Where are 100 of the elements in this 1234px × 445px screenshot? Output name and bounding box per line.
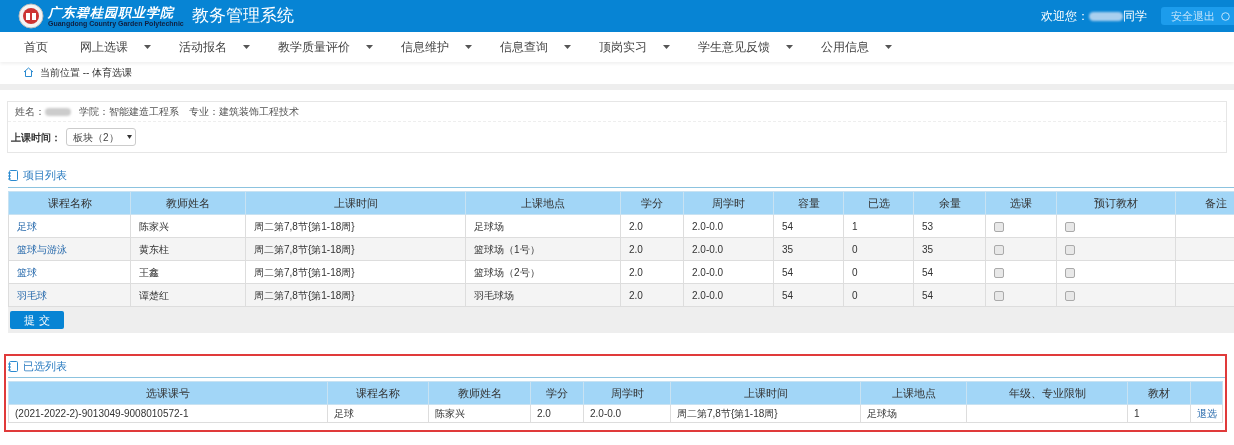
table-cell: 54 xyxy=(773,214,844,238)
nav-menu-item[interactable]: 教学质量评价 xyxy=(278,38,373,56)
column-header: 已选 xyxy=(843,191,914,215)
nav-menu-item[interactable]: 信息维护 xyxy=(401,38,472,56)
checkbox[interactable] xyxy=(994,221,1004,232)
column-header: 上课地点 xyxy=(465,191,621,215)
checkbox[interactable] xyxy=(1065,290,1075,301)
redaction-blur xyxy=(45,107,71,116)
table-cell: 2.0-0.0 xyxy=(683,237,774,261)
home-icon xyxy=(23,67,34,77)
major-text: 专业：建筑装饰工程技术 xyxy=(189,105,299,119)
checkbox[interactable] xyxy=(994,267,1004,278)
column-header: 课程名称 xyxy=(327,381,429,405)
filter-label: 上课时间： xyxy=(11,130,61,145)
table-cell: 2.0 xyxy=(620,237,684,261)
column-header: 课程名称 xyxy=(8,191,131,215)
caret-down-icon xyxy=(126,135,132,139)
nav-menu-item[interactable]: 活动报名 xyxy=(179,38,250,56)
nav-menu-item[interactable]: 信息查询 xyxy=(500,38,571,56)
checkbox[interactable] xyxy=(994,290,1004,301)
table-cell: 陈家兴 xyxy=(130,214,246,238)
table-cell: 足球场 xyxy=(860,404,967,423)
nav-menu-item[interactable]: 首页 xyxy=(24,38,48,56)
column-header: 上课时间 xyxy=(245,191,466,215)
system-title: 教务管理系统 xyxy=(191,5,294,28)
column-header: 周学时 xyxy=(583,381,671,405)
table-cell: 篮球场（2号） xyxy=(465,260,621,284)
table-cell: 54 xyxy=(913,260,986,284)
column-header: 上课时间 xyxy=(670,381,861,405)
table-cell: 周二第7,8节{第1-18周} xyxy=(670,404,861,423)
nav-menu-item[interactable]: 网上选课 xyxy=(80,38,151,56)
table-cell: 黄东柱 xyxy=(130,237,246,261)
table-cell: 2.0 xyxy=(620,214,684,238)
table-cell: 羽毛球场 xyxy=(465,283,621,307)
welcome-text: 欢迎您： xyxy=(1041,8,1089,25)
checkbox[interactable] xyxy=(1065,244,1075,255)
table-cell: 0 xyxy=(843,237,914,261)
column-header: 周学时 xyxy=(683,191,774,215)
table-cell: 35 xyxy=(773,237,844,261)
table-cell: 1 xyxy=(843,214,914,238)
college-text: 学院：智能建造工程系 xyxy=(79,105,179,119)
table-cell: 2.0-0.0 xyxy=(583,404,671,423)
nav-menu-item[interactable]: 顶岗实习 xyxy=(599,38,670,56)
table-cell: 陈家兴 xyxy=(428,404,531,423)
section-title: 项目列表 xyxy=(23,167,67,183)
table-cell: 足球场 xyxy=(465,214,621,238)
table-cell: 谭楚红 xyxy=(130,283,246,307)
nav-menu-item[interactable]: 学生意见反馈 xyxy=(698,38,793,56)
table-cell: 2.0-0.0 xyxy=(683,283,774,307)
checkbox[interactable] xyxy=(1065,267,1075,278)
table-cell: 2.0 xyxy=(530,404,584,423)
submit-button[interactable]: 提 交 xyxy=(10,311,64,329)
checkbox[interactable] xyxy=(1065,221,1075,232)
column-header: 教师姓名 xyxy=(428,381,531,405)
column-header: 教师姓名 xyxy=(130,191,246,215)
table-cell: 2.0 xyxy=(620,283,684,307)
table-cell: 0 xyxy=(843,260,914,284)
breadcrumb-text: 当前位置 -- 体育选课 xyxy=(40,65,133,80)
table-cell: 周二第7,8节{第1-18周} xyxy=(245,260,466,284)
nav-menu-item[interactable]: 公用信息 xyxy=(821,38,892,56)
table-cell: 足球 xyxy=(327,404,429,423)
table-cell: 0 xyxy=(843,283,914,307)
column-header: 容量 xyxy=(773,191,844,215)
list-icon xyxy=(8,169,18,181)
table-cell: 2.0-0.0 xyxy=(683,214,774,238)
table-cell: (2021-2022-2)-9013049-9008010572-1 xyxy=(8,404,328,423)
column-header: 年级、专业限制 xyxy=(966,381,1128,405)
table-cell: 54 xyxy=(773,260,844,284)
power-icon xyxy=(1221,11,1230,21)
list-icon xyxy=(8,360,18,372)
table-cell: 篮球场（1号） xyxy=(465,237,621,261)
table-cell: 2.0 xyxy=(620,260,684,284)
table-cell: 54 xyxy=(773,283,844,307)
column-header: 预订教材 xyxy=(1056,191,1176,215)
column-header: 上课地点 xyxy=(860,381,967,405)
table-cell: 周二第7,8节{第1-18周} xyxy=(245,283,466,307)
redaction-blur xyxy=(1089,11,1123,21)
student-name-label: 姓名： xyxy=(15,105,45,119)
table-cell: 53 xyxy=(913,214,986,238)
checkbox[interactable] xyxy=(994,244,1004,255)
course-link[interactable]: 篮球 xyxy=(17,266,37,278)
school-emblem-icon xyxy=(18,3,44,29)
table-cell: 2.0-0.0 xyxy=(683,260,774,284)
student-suffix: 同学 xyxy=(1123,8,1147,25)
school-name: 广东碧桂园职业学院 xyxy=(48,5,176,19)
column-header: 余量 xyxy=(913,191,986,215)
table-cell: 王鑫 xyxy=(130,260,246,284)
column-header: 教材 xyxy=(1127,381,1191,405)
course-link[interactable]: 羽毛球 xyxy=(17,289,47,301)
course-link[interactable]: 足球 xyxy=(17,220,37,232)
column-header: 选课课号 xyxy=(8,381,328,405)
column-header: 选课 xyxy=(985,191,1057,215)
section-title: 已选列表 xyxy=(23,358,67,374)
table-cell: 周二第7,8节{第1-18周} xyxy=(245,214,466,238)
table-cell: 35 xyxy=(913,237,986,261)
column-header: 学分 xyxy=(620,191,684,215)
column-header: 备注 xyxy=(1175,191,1234,215)
table-cell: 1 xyxy=(1127,404,1191,423)
time-select[interactable]: 板块（2） xyxy=(66,128,136,146)
table-cell: 54 xyxy=(913,283,986,307)
